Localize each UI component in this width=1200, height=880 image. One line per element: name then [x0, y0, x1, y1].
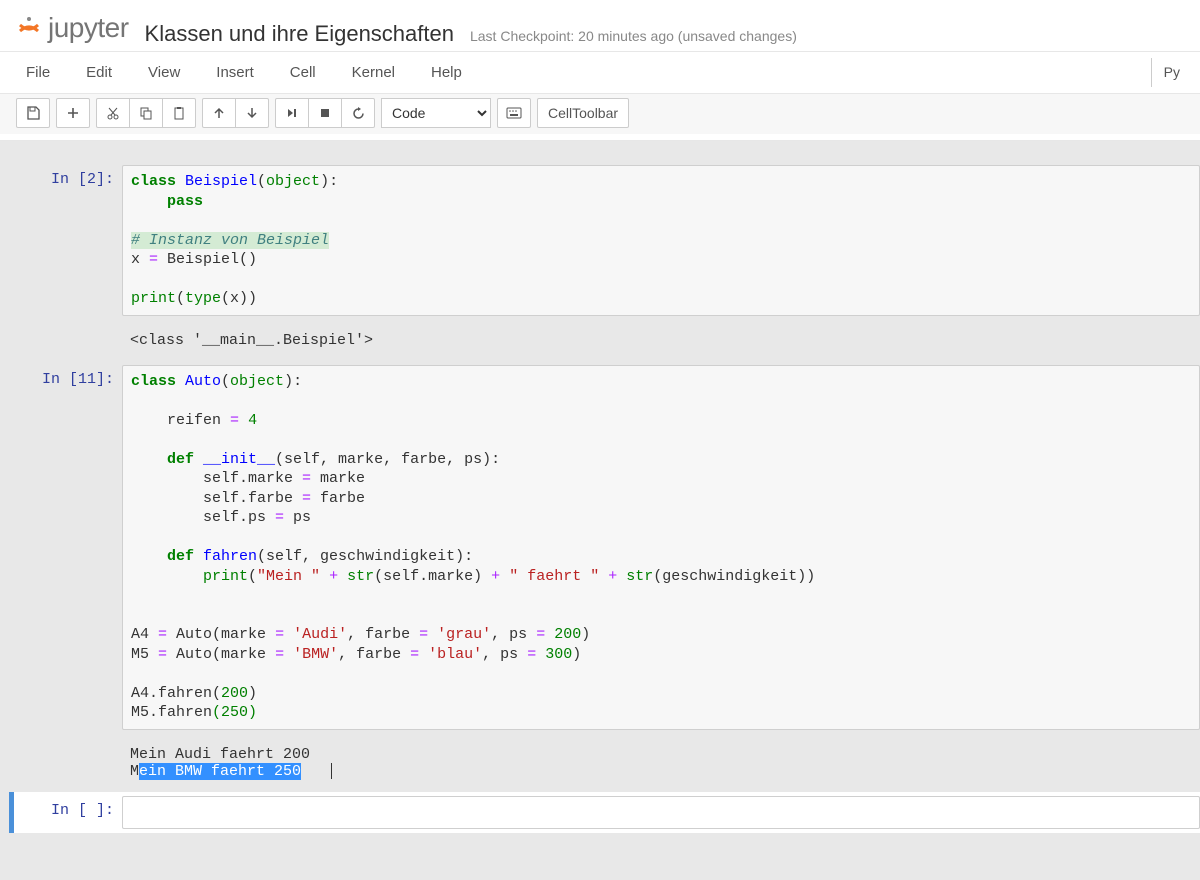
code-input[interactable] [122, 796, 1200, 830]
command-palette-button[interactable] [497, 98, 531, 128]
menu-help[interactable]: Help [421, 58, 472, 87]
code-cell[interactable]: In [2]: class Beispiel(object): pass # I… [14, 161, 1200, 320]
keyboard-icon [506, 107, 522, 119]
menu-file[interactable]: File [16, 58, 60, 87]
output-cell: Mein Audi faehrt 200 Mein BMW faehrt 250 [14, 738, 1200, 788]
input-prompt: In [11]: [14, 365, 122, 730]
menubar: File Edit View Insert Cell Kernel Help P… [0, 51, 1200, 93]
kernel-indicator: Py [1151, 58, 1184, 87]
move-down-button[interactable] [235, 98, 269, 128]
save-icon [26, 106, 40, 120]
stop-icon [319, 107, 331, 119]
add-cell-button[interactable] [56, 98, 90, 128]
cut-button[interactable] [96, 98, 130, 128]
cell-type-select[interactable]: Code [381, 98, 491, 128]
code-cell[interactable]: In [11]: class Auto(object): reifen = 4 … [14, 361, 1200, 734]
plus-icon [67, 107, 79, 119]
output-text: Mein Audi faehrt 200 Mein BMW faehrt 250 [122, 742, 1200, 784]
logo-text: jupyter [48, 12, 129, 44]
jupyter-icon [16, 15, 42, 41]
input-prompt: In [ ]: [14, 796, 122, 830]
text-cursor [331, 763, 332, 779]
celltoolbar-button[interactable]: CellToolbar [537, 98, 629, 128]
toolbar: Code CellToolbar [0, 93, 1200, 134]
header: jupyter Klassen und ihre Eigenschaften L… [0, 0, 1200, 141]
restart-button[interactable] [341, 98, 375, 128]
checkpoint-text: Last Checkpoint: 20 minutes ago (unsaved… [470, 28, 797, 44]
code-input[interactable]: class Beispiel(object): pass # Instanz v… [122, 165, 1200, 316]
notebook-title[interactable]: Klassen und ihre Eigenschaften [145, 21, 454, 47]
refresh-icon [352, 107, 365, 120]
output-text: <class '__main__.Beispiel'> [122, 328, 1200, 353]
code-cell[interactable]: In [ ]: [9, 792, 1200, 834]
menu-edit[interactable]: Edit [76, 58, 122, 87]
output-cell: <class '__main__.Beispiel'> [14, 324, 1200, 357]
arrow-up-icon [213, 107, 225, 119]
menu-kernel[interactable]: Kernel [342, 58, 405, 87]
menu-view[interactable]: View [138, 58, 190, 87]
run-button[interactable] [275, 98, 309, 128]
copy-icon [139, 106, 153, 120]
step-forward-icon [286, 107, 298, 119]
save-button[interactable] [16, 98, 50, 128]
interrupt-button[interactable] [308, 98, 342, 128]
menu-insert[interactable]: Insert [206, 58, 264, 87]
paste-button[interactable] [162, 98, 196, 128]
logo[interactable]: jupyter [16, 12, 129, 44]
move-up-button[interactable] [202, 98, 236, 128]
header-row: jupyter Klassen und ihre Eigenschaften L… [0, 4, 1200, 51]
input-prompt: In [2]: [14, 165, 122, 316]
paste-icon [172, 106, 186, 120]
output-prompt [14, 328, 122, 353]
scissors-icon [106, 106, 120, 120]
arrow-down-icon [246, 107, 258, 119]
menu-cell[interactable]: Cell [280, 58, 326, 87]
copy-button[interactable] [129, 98, 163, 128]
code-input[interactable]: class Auto(object): reifen = 4 def __ini… [122, 365, 1200, 730]
output-prompt [14, 742, 122, 784]
notebook-container: In [2]: class Beispiel(object): pass # I… [0, 141, 1200, 877]
